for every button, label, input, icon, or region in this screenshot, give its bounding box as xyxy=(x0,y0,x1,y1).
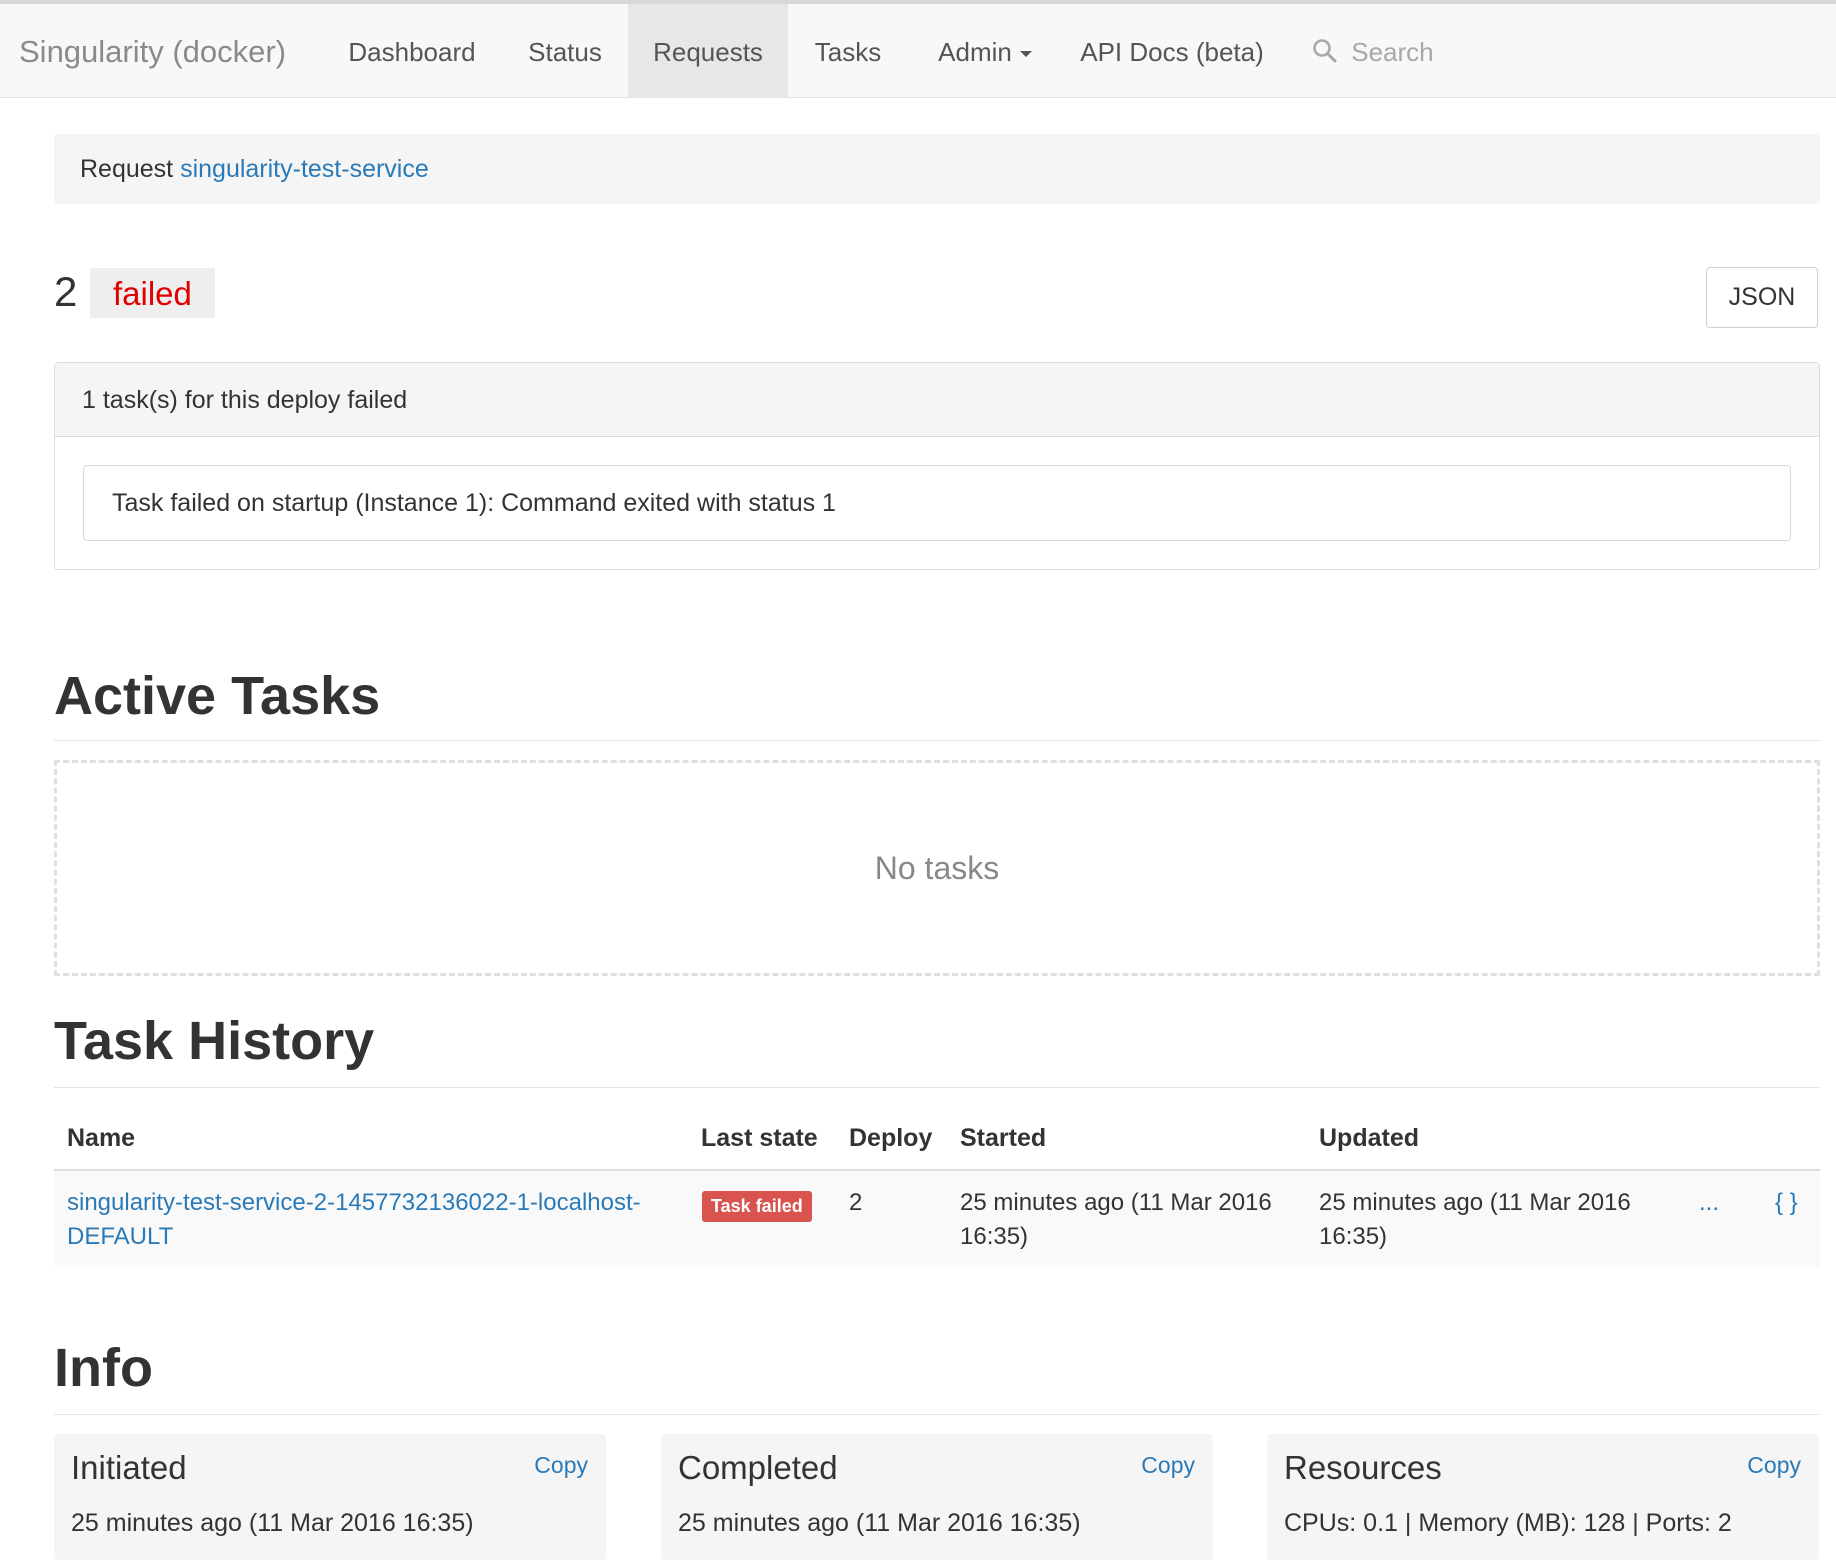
section-divider xyxy=(54,740,1820,741)
top-navbar: Singularity (docker) Dashboard Status Re… xyxy=(0,0,1836,98)
info-card-value: 25 minutes ago (11 Mar 2016 16:35) xyxy=(71,1509,474,1537)
active-tasks-empty: No tasks xyxy=(54,760,1820,976)
info-card-initiated: Initiated Copy 25 minutes ago (11 Mar 20… xyxy=(54,1434,606,1560)
info-card-title: Initiated xyxy=(71,1449,187,1486)
json-button[interactable]: JSON xyxy=(1706,267,1818,328)
column-header-name: Name xyxy=(67,1124,136,1152)
info-card-value: 25 minutes ago (11 Mar 2016 16:35) xyxy=(678,1509,1081,1537)
task-started: 25 minutes ago (11 Mar 2016 16:35) xyxy=(960,1186,1300,1254)
info-card-completed: Completed Copy 25 minutes ago (11 Mar 20… xyxy=(661,1434,1213,1560)
task-more-actions-button[interactable]: ... xyxy=(1699,1186,1719,1220)
nav-dashboard[interactable]: Dashboard xyxy=(329,4,495,98)
search-input[interactable] xyxy=(1351,37,1612,68)
column-header-last-state: Last state xyxy=(701,1124,818,1152)
task-started-line2: 16:35) xyxy=(960,1223,1029,1250)
task-updated-line1: 25 minutes ago (11 Mar 2016 xyxy=(1319,1189,1631,1216)
task-deploy-id: 2 xyxy=(849,1189,863,1216)
section-divider xyxy=(54,1414,1820,1415)
nav-admin-dropdown[interactable]: Admin xyxy=(920,4,1050,98)
copy-link[interactable]: Copy xyxy=(534,1450,588,1480)
column-header-started: Started xyxy=(960,1124,1047,1152)
column-header-updated: Updated xyxy=(1319,1124,1419,1152)
copy-link[interactable]: Copy xyxy=(1141,1450,1195,1480)
brand-link[interactable]: Singularity (docker) xyxy=(19,4,286,98)
nav-admin-label: Admin xyxy=(938,37,1012,67)
info-card-value: CPUs: 0.1 | Memory (MB): 128 | Ports: 2 xyxy=(1284,1509,1732,1537)
info-title: Info xyxy=(54,1338,153,1398)
deploy-state-badge: failed xyxy=(90,268,215,318)
caret-down-icon xyxy=(1019,51,1032,58)
failure-message: Task failed on startup (Instance 1): Com… xyxy=(83,465,1791,541)
nav-api-docs[interactable]: API Docs (beta) xyxy=(1074,4,1270,98)
search-icon xyxy=(1313,39,1337,63)
task-state-label: Task failed xyxy=(702,1191,812,1222)
task-name-line2[interactable]: DEFAULT xyxy=(67,1223,173,1250)
breadcrumb-prefix: Request xyxy=(80,155,174,183)
copy-link[interactable]: Copy xyxy=(1747,1450,1801,1480)
info-card-title: Completed xyxy=(678,1449,838,1486)
breadcrumb: Request singularity-test-service xyxy=(54,134,1820,204)
section-divider xyxy=(54,1087,1820,1088)
task-history-title: Task History xyxy=(54,1011,375,1071)
nav-requests[interactable]: Requests xyxy=(628,4,788,98)
failure-panel-heading: 1 task(s) for this deploy failed xyxy=(55,363,1819,437)
info-card-title: Resources xyxy=(1284,1449,1442,1486)
task-name-link[interactable]: singularity-test-service-2-1457732136022… xyxy=(67,1186,667,1254)
column-header-deploy: Deploy xyxy=(849,1124,933,1152)
deploy-id: 2 xyxy=(54,268,78,315)
nav-tasks[interactable]: Tasks xyxy=(796,4,900,98)
navbar-search xyxy=(1312,4,1612,98)
active-tasks-title: Active Tasks xyxy=(54,666,381,726)
request-link[interactable]: singularity-test-service xyxy=(180,155,429,183)
task-started-line1: 25 minutes ago (11 Mar 2016 xyxy=(960,1189,1272,1216)
task-updated: 25 minutes ago (11 Mar 2016 16:35) xyxy=(1319,1186,1659,1254)
task-json-braces-icon[interactable]: { } xyxy=(1775,1186,1798,1220)
deploy-failure-panel: 1 task(s) for this deploy failed Task fa… xyxy=(54,362,1820,570)
info-card-resources: Resources Copy CPUs: 0.1 | Memory (MB): … xyxy=(1267,1434,1819,1560)
task-name-line1[interactable]: singularity-test-service-2-1457732136022… xyxy=(67,1189,641,1216)
task-updated-line2: 16:35) xyxy=(1319,1223,1388,1250)
nav-status[interactable]: Status xyxy=(505,4,625,98)
